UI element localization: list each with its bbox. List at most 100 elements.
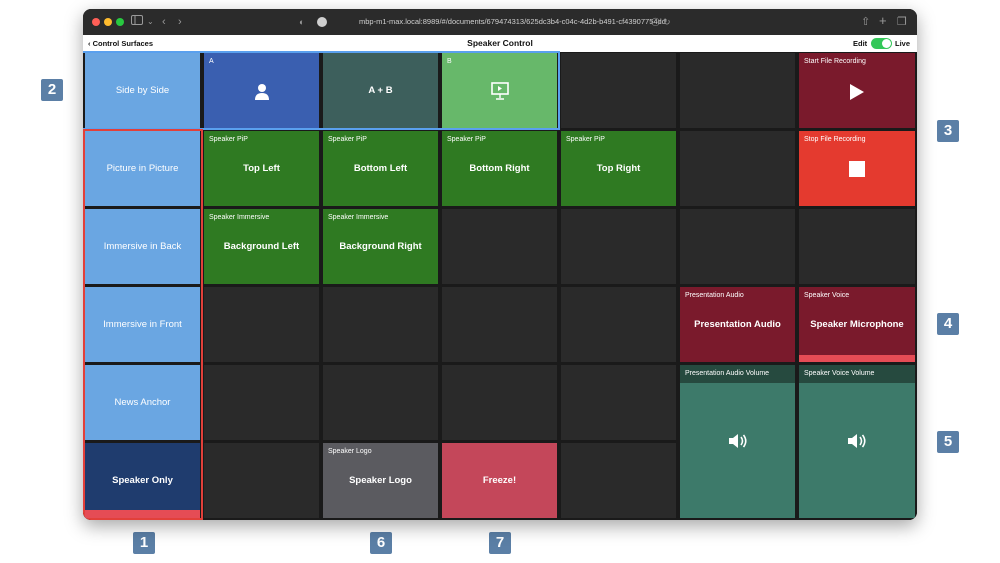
speaker-logo-button[interactable]: Speaker Logo Speaker Logo bbox=[323, 443, 438, 518]
start-recording-button[interactable]: Start File Recording bbox=[799, 53, 915, 128]
layout-news-anchor-button[interactable]: News Anchor bbox=[85, 365, 200, 440]
forward-arrow-icon[interactable]: › bbox=[178, 14, 182, 30]
layout-speaker-only-button[interactable]: Speaker Only bbox=[85, 443, 200, 518]
empty-slot[interactable] bbox=[204, 287, 319, 362]
empty-slot[interactable] bbox=[799, 209, 915, 284]
button-header: Speaker Voice bbox=[804, 292, 850, 299]
pip-bottom-right-button[interactable]: Speaker PiP Bottom Right bbox=[442, 131, 557, 206]
button-label: Picture in Picture bbox=[106, 162, 179, 174]
pip-bottom-left-button[interactable]: Speaker PiP Bottom Left bbox=[323, 131, 438, 206]
app-window: ⌄ ‹ › ◐ mbp-m1-max.local:8989/#/document… bbox=[83, 9, 917, 520]
empty-slot[interactable] bbox=[561, 53, 676, 128]
source-b-button[interactable]: B bbox=[442, 53, 557, 128]
callout-3: 3 bbox=[937, 120, 959, 142]
button-label: Speaker Logo bbox=[349, 474, 412, 486]
share-icon[interactable]: ⇧ bbox=[861, 14, 870, 30]
button-header: Presentation Audio Volume bbox=[685, 370, 770, 377]
edit-label: Edit bbox=[853, 39, 868, 48]
url-text: mbp-m1-max.local:8989/#/documents/679474… bbox=[359, 17, 666, 26]
button-header: A bbox=[209, 58, 214, 65]
button-header: Presentation Audio bbox=[685, 292, 744, 299]
page-title: Speaker Control bbox=[467, 38, 533, 48]
empty-slot[interactable] bbox=[561, 287, 676, 362]
callout-5: 5 bbox=[937, 431, 959, 453]
button-label: Immersive in Back bbox=[103, 240, 182, 252]
source-a-plus-b-button[interactable]: A + B bbox=[323, 53, 438, 128]
immersive-background-right-button[interactable]: Speaker Immersive Background Right bbox=[323, 209, 438, 284]
source-a-button[interactable]: A bbox=[204, 53, 319, 128]
back-arrow-icon[interactable]: ‹ bbox=[162, 14, 166, 30]
callout-2: 2 bbox=[41, 79, 63, 101]
empty-slot[interactable] bbox=[680, 53, 795, 128]
layout-immersive-back-button[interactable]: Immersive in Back bbox=[85, 209, 200, 284]
empty-slot[interactable] bbox=[204, 443, 319, 518]
site-icon bbox=[317, 17, 327, 27]
presentation-audio-volume-slider[interactable]: Presentation Audio Volume bbox=[680, 365, 795, 518]
speaker-microphone-button[interactable]: Speaker Voice Speaker Microphone bbox=[799, 287, 915, 362]
presentation-audio-button[interactable]: Presentation Audio Presentation Audio bbox=[680, 287, 795, 362]
freeze-button[interactable]: Freeze! bbox=[442, 443, 557, 518]
empty-slot[interactable] bbox=[204, 365, 319, 440]
button-header: Speaker PiP bbox=[328, 136, 367, 143]
button-header: Speaker Logo bbox=[328, 448, 372, 455]
button-label: Immersive in Front bbox=[103, 318, 182, 330]
stop-icon bbox=[849, 161, 865, 177]
callout-6: 6 bbox=[370, 532, 392, 554]
empty-slot[interactable] bbox=[442, 209, 557, 284]
button-header: Speaker PiP bbox=[209, 136, 248, 143]
button-label: Background Right bbox=[339, 240, 422, 252]
empty-slot[interactable] bbox=[680, 209, 795, 284]
address-bar[interactable]: ◐ mbp-m1-max.local:8989/#/documents/6794… bbox=[299, 14, 673, 30]
pip-top-right-button[interactable]: Speaker PiP Top Right bbox=[561, 131, 676, 206]
speaker-volume-icon bbox=[728, 433, 748, 454]
layout-immersive-front-button[interactable]: Immersive in Front bbox=[85, 287, 200, 362]
layout-side-by-side-button[interactable]: Side by Side bbox=[85, 53, 200, 128]
empty-slot[interactable] bbox=[442, 365, 557, 440]
empty-slot[interactable] bbox=[561, 443, 676, 518]
button-label: A + B bbox=[368, 84, 393, 96]
button-label: Speaker Only bbox=[112, 474, 173, 486]
button-header: B bbox=[447, 58, 452, 65]
empty-slot[interactable] bbox=[442, 287, 557, 362]
button-header: Speaker Voice Volume bbox=[804, 370, 875, 377]
play-icon bbox=[849, 83, 865, 106]
stop-recording-button[interactable]: Stop File Recording bbox=[799, 131, 915, 206]
button-label: Speaker Microphone bbox=[810, 318, 904, 330]
empty-slot[interactable] bbox=[680, 131, 795, 206]
empty-slot[interactable] bbox=[561, 209, 676, 284]
button-header: Start File Recording bbox=[804, 58, 866, 65]
nav-bar: ‹ Control Surfaces Speaker Control Edit … bbox=[83, 35, 917, 52]
layout-picture-in-picture-button[interactable]: Picture in Picture bbox=[85, 131, 200, 206]
immersive-background-left-button[interactable]: Speaker Immersive Background Left bbox=[204, 209, 319, 284]
empty-slot[interactable] bbox=[561, 365, 676, 440]
button-label: Top Left bbox=[243, 162, 280, 174]
sidebar-toggle-icon[interactable] bbox=[131, 14, 143, 30]
button-label: Top Right bbox=[596, 162, 641, 174]
empty-slot[interactable] bbox=[323, 287, 438, 362]
button-label: Bottom Left bbox=[353, 162, 408, 174]
new-tab-icon[interactable]: + bbox=[879, 13, 887, 29]
reload-icon[interactable]: ↻ bbox=[663, 14, 671, 30]
zoom-window-button[interactable] bbox=[116, 18, 124, 26]
tabs-overview-icon[interactable]: ❐ bbox=[897, 14, 907, 30]
callout-4: 4 bbox=[937, 313, 959, 335]
button-label: Freeze! bbox=[482, 474, 517, 486]
person-icon bbox=[254, 83, 270, 106]
empty-slot[interactable] bbox=[323, 365, 438, 440]
active-indicator bbox=[85, 510, 200, 518]
button-label: Side by Side bbox=[115, 84, 170, 96]
edit-live-toggle[interactable] bbox=[871, 38, 892, 49]
level-indicator bbox=[799, 355, 915, 362]
chevron-down-icon[interactable]: ⌄ bbox=[147, 14, 154, 30]
button-label: News Anchor bbox=[114, 396, 171, 408]
pip-top-left-button[interactable]: Speaker PiP Top Left bbox=[204, 131, 319, 206]
button-header: Stop File Recording bbox=[804, 136, 866, 143]
browser-toolbar: ⌄ ‹ › ◐ mbp-m1-max.local:8989/#/document… bbox=[83, 9, 917, 35]
button-label: Background Left bbox=[223, 240, 300, 252]
close-window-button[interactable] bbox=[92, 18, 100, 26]
button-header: Speaker PiP bbox=[566, 136, 605, 143]
minimize-window-button[interactable] bbox=[104, 18, 112, 26]
translate-icon[interactable]: ◯ bbox=[651, 14, 660, 30]
presentation-icon bbox=[490, 81, 510, 106]
speaker-voice-volume-slider[interactable]: Speaker Voice Volume bbox=[799, 365, 915, 518]
